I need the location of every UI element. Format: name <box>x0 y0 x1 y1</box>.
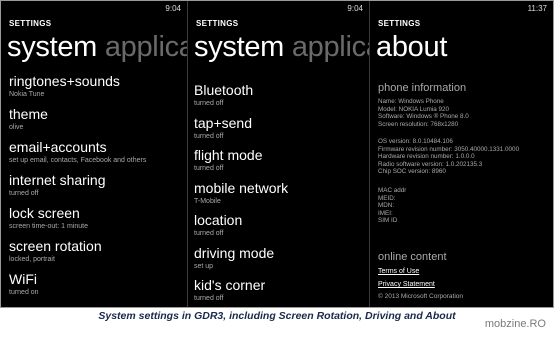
setting-subtitle: set up email, contacts, Facebook and oth… <box>9 157 147 164</box>
setting-kids-corner[interactable]: kid's corner turned off <box>194 277 369 307</box>
pivot-tab-system[interactable]: system <box>194 31 284 63</box>
setting-bluetooth[interactable]: Bluetooth turned off <box>194 82 369 115</box>
info-line: MAC addr <box>378 187 407 194</box>
setting-driving-mode[interactable]: driving mode set up <box>194 245 369 278</box>
setting-title: email+accounts <box>9 139 107 155</box>
app-header: SETTINGS <box>196 19 239 28</box>
setting-subtitle: T-Mobile <box>194 197 221 205</box>
setting-internet-sharing[interactable]: internet sharing turned off <box>9 172 187 205</box>
status-time: 9:04 <box>347 4 363 13</box>
pivot-tab-system[interactable]: system <box>7 31 97 63</box>
setting-title: lock screen <box>9 205 80 221</box>
status-time: 9:04 <box>165 4 181 13</box>
setting-title: kid's corner <box>194 277 266 293</box>
setting-title: tap+send <box>194 114 252 131</box>
phone-info-block: Name: Windows Phone Model: NOKIA Lumia 9… <box>378 98 469 128</box>
setting-subtitle: olive <box>9 124 24 131</box>
info-line: SIM ID <box>378 217 398 225</box>
setting-flight-mode[interactable]: flight mode turned off <box>194 147 369 180</box>
device-id-block: MAC addr MEID: MDN: IMEI: SIM ID <box>378 187 406 225</box>
setting-title: driving mode <box>194 244 275 261</box>
setting-subtitle: locked, portrait <box>9 256 55 263</box>
setting-tap-send[interactable]: tap+send turned off <box>194 115 369 148</box>
info-line: Screen resolution: 768x1280 <box>378 120 459 128</box>
setting-subtitle: turned off <box>194 165 224 172</box>
setting-email-accounts[interactable]: email+accounts set up email, contacts, F… <box>9 139 187 172</box>
setting-subtitle: turned on <box>9 289 39 296</box>
online-content-heading: online content <box>378 251 447 263</box>
setting-ringtones-sounds[interactable]: ringtones+sounds Nokia Tune <box>9 73 187 106</box>
info-line: OS version: 8.0.10484.106 <box>378 138 453 145</box>
settings-list: ringtones+sounds Nokia Tune theme olive … <box>9 73 187 304</box>
info-line: Name: Windows Phone <box>378 98 444 105</box>
pivot-header: about <box>376 30 447 64</box>
setting-title: internet sharing <box>9 172 106 188</box>
phone-information-heading: phone information <box>378 82 467 94</box>
setting-subtitle: turned off <box>9 190 39 197</box>
setting-lock-screen[interactable]: lock screen screen time-out: 1 minute <box>9 205 187 238</box>
info-line: Radio software version: 1.0.202135.3 <box>378 160 483 168</box>
app-header: SETTINGS <box>9 19 52 28</box>
setting-title: WiFi <box>9 271 37 287</box>
info-line: Hardware revision number: 1.0.0.0 <box>378 153 475 161</box>
setting-subtitle: turned off <box>194 100 224 107</box>
setting-subtitle: turned off <box>194 295 224 302</box>
screenshot-frame: 9:04 SETTINGS system applica ringtones+s… <box>0 0 554 308</box>
watermark: mobzine.RO <box>484 318 546 330</box>
pivot-tab-applications[interactable]: applica <box>292 31 369 63</box>
settings-system-panel-1: 9:04 SETTINGS system applica ringtones+s… <box>1 1 187 307</box>
setting-mobile-network[interactable]: mobile network T-Mobile <box>194 180 369 213</box>
privacy-statement-link[interactable]: Privacy Statement <box>378 281 435 288</box>
setting-screen-rotation[interactable]: screen rotation locked, portrait <box>9 238 187 271</box>
setting-subtitle: Nokia Tune <box>9 91 45 98</box>
info-line: Chip SOC version: 8960 <box>378 168 446 176</box>
info-line: Firmware revision number: 3050.40000.133… <box>378 145 520 153</box>
pivot-header: system applica <box>7 30 187 64</box>
pivot-tab-about[interactable]: about <box>376 31 447 63</box>
setting-subtitle: turned off <box>194 230 224 237</box>
copyright-text: © 2013 Microsoft Corporation <box>378 293 463 300</box>
pivot-header: system applica <box>194 30 369 64</box>
setting-title: mobile network <box>194 179 289 196</box>
app-header: SETTINGS <box>378 19 421 28</box>
info-line: MDN: <box>378 202 395 210</box>
setting-wifi[interactable]: WiFi turned on <box>9 271 187 304</box>
setting-title: Bluetooth <box>194 82 254 98</box>
settings-list: Bluetooth turned off tap+send turned off… <box>194 82 369 307</box>
os-info-block: OS version: 8.0.10484.106 Firmware revis… <box>378 138 519 176</box>
about-panel: 11:37 SETTINGS about phone information N… <box>370 1 553 307</box>
status-time: 11:37 <box>527 4 547 13</box>
setting-title: flight mode <box>194 147 263 163</box>
info-line: Software: Windows ® Phone 8.0 <box>378 113 469 121</box>
setting-subtitle: screen time-out: 1 minute <box>9 223 88 230</box>
setting-title: ringtones+sounds <box>9 73 120 89</box>
pivot-tab-applications[interactable]: applica <box>105 31 187 63</box>
setting-location[interactable]: location turned off <box>194 212 369 245</box>
setting-theme[interactable]: theme olive <box>9 106 187 139</box>
info-line: IMEI: <box>378 209 393 217</box>
setting-title: screen rotation <box>9 238 102 254</box>
terms-of-use-link[interactable]: Terms of Use <box>378 268 419 275</box>
info-line: MEID: <box>378 194 396 202</box>
setting-title: location <box>194 212 243 228</box>
settings-system-panel-2: 9:04 SETTINGS system applica Bluetooth t… <box>188 1 369 307</box>
figure-caption: System settings in GDR3, including Scree… <box>98 310 456 322</box>
setting-subtitle: turned off <box>194 132 224 140</box>
setting-title: theme <box>9 106 48 122</box>
setting-subtitle: set up <box>194 262 214 270</box>
